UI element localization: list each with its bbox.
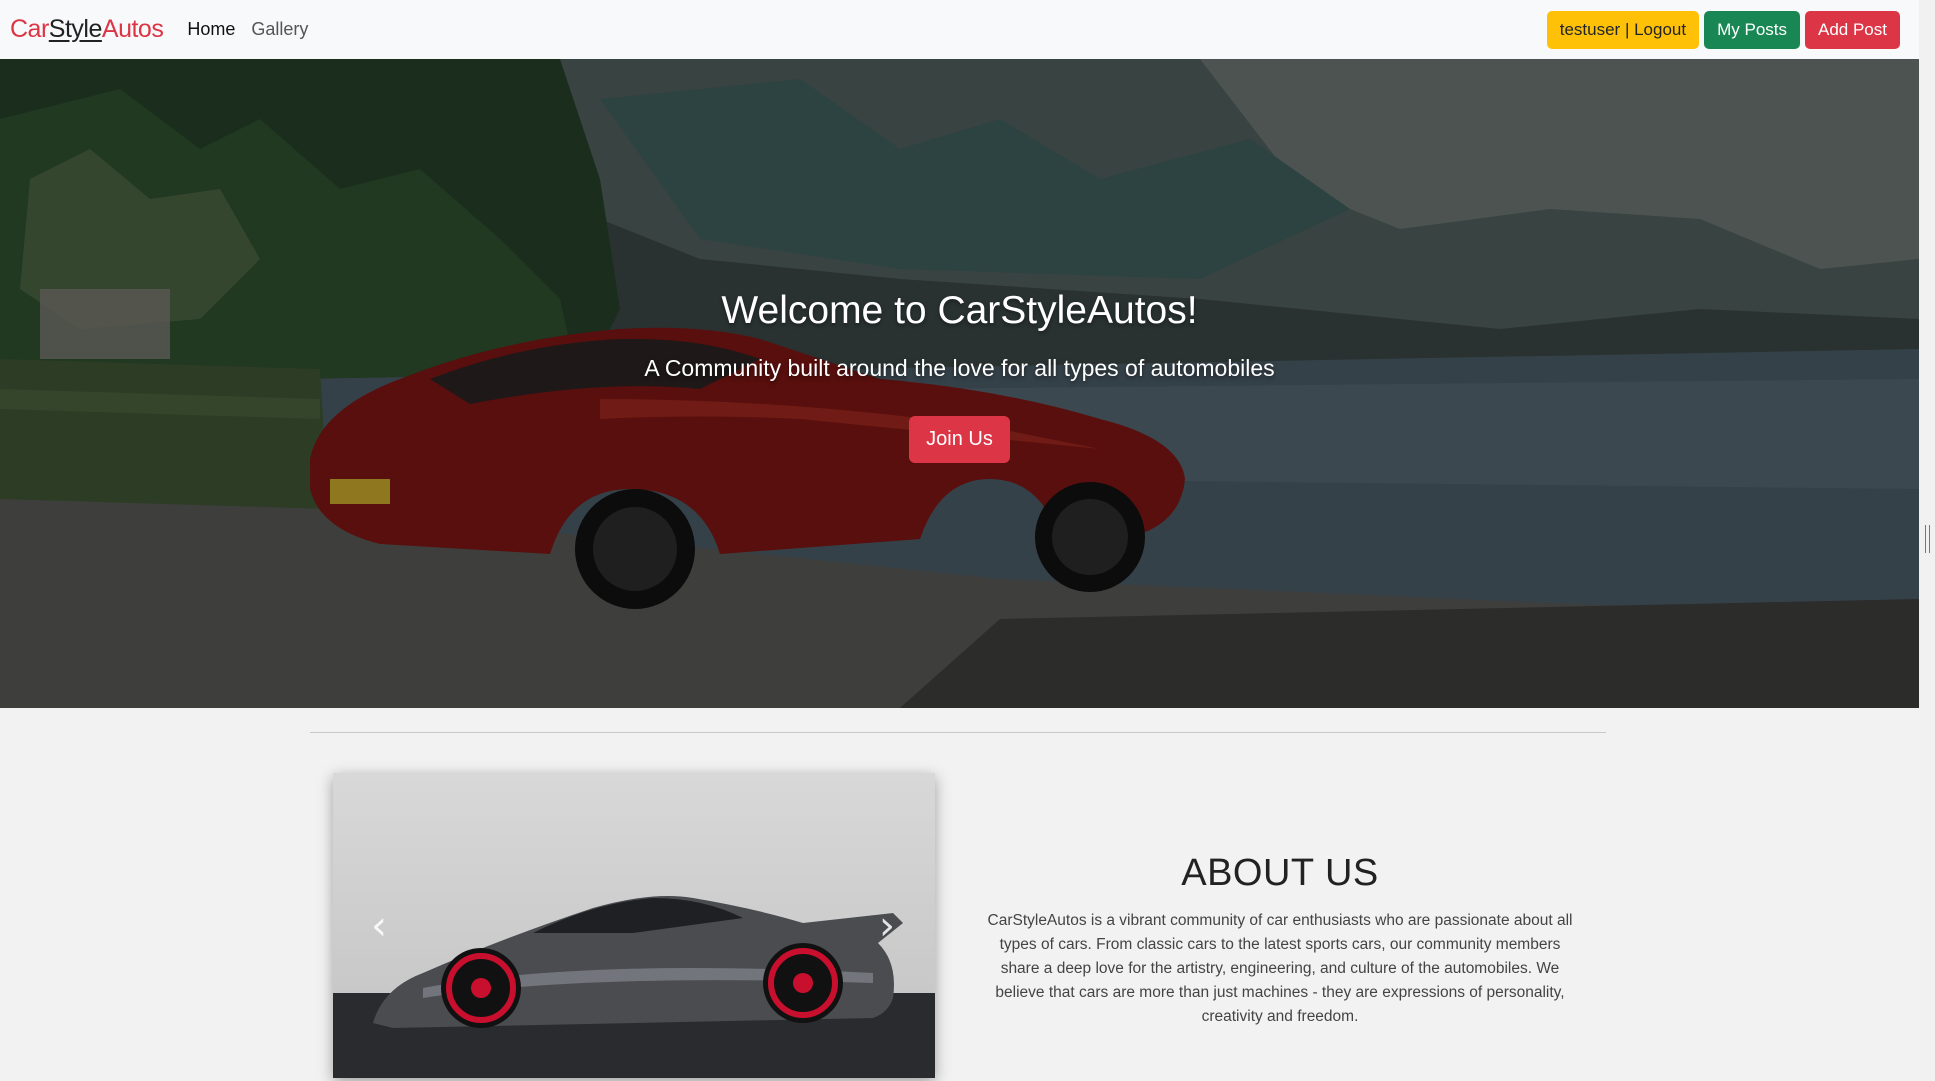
about-title: ABOUT US	[1181, 852, 1379, 894]
scrollbar-grip-icon[interactable]	[1925, 525, 1930, 553]
brand-part-autos: Autos	[101, 15, 164, 43]
navbar: CarStyleAutos Home Gallery testuser | Lo…	[0, 0, 1919, 59]
brand-part-style: Style	[48, 15, 103, 43]
brand-part-car: Car	[10, 15, 49, 43]
hero-title: Welcome to CarStyleAutos!	[721, 289, 1198, 332]
nav-link-gallery[interactable]: Gallery	[251, 19, 308, 40]
image-carousel: ‹ ›	[333, 773, 935, 1078]
carousel-prev-button[interactable]: ‹	[359, 901, 399, 951]
my-posts-button[interactable]: My Posts	[1704, 10, 1800, 49]
nav-link-home[interactable]: Home	[187, 19, 235, 40]
hero-subtitle: A Community built around the love for al…	[644, 355, 1275, 381]
carousel-next-button[interactable]: ›	[867, 901, 907, 951]
section-divider	[310, 732, 1606, 733]
about-section: ABOUT US CarStyleAutos is a vibrant comm…	[980, 852, 1580, 1029]
carousel-slide-image	[333, 773, 935, 1078]
hero-content: Welcome to CarStyleAutos! A Community bu…	[0, 289, 1919, 463]
logout-button[interactable]: testuser | Logout	[1546, 10, 1700, 49]
navbar-actions: testuser | Logout My Posts Add Post	[1546, 10, 1900, 49]
add-post-button[interactable]: Add Post	[1805, 10, 1900, 49]
chevron-right-icon: ›	[879, 903, 895, 949]
brand-logo[interactable]: CarStyleAutos	[10, 15, 164, 44]
about-text: CarStyleAutos is a vibrant community of …	[987, 912, 1573, 1025]
chevron-left-icon: ‹	[371, 903, 387, 949]
hero-banner: Welcome to CarStyleAutos! A Community bu…	[0, 59, 1919, 708]
join-us-button[interactable]: Join Us	[909, 416, 1010, 463]
